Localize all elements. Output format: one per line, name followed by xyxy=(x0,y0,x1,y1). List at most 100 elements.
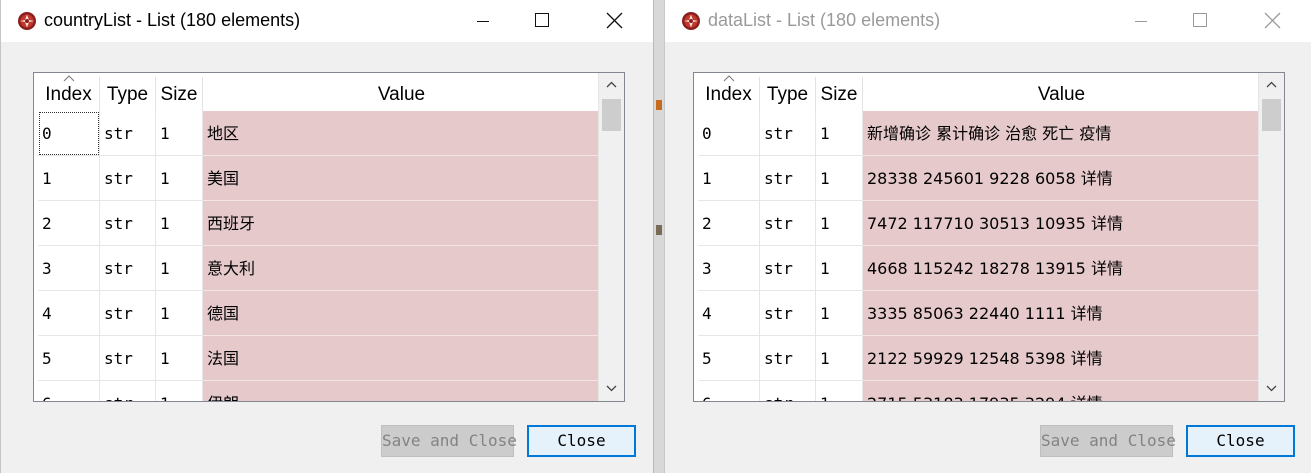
minimize-button[interactable] xyxy=(1119,0,1165,42)
row-index-cell[interactable]: 2 xyxy=(698,201,760,246)
table-row[interactable]: 0 str 1 地区 xyxy=(38,111,600,156)
table-row[interactable]: 6str12715 53183 17935 3294 详情 xyxy=(698,381,1260,401)
close-button[interactable]: Close xyxy=(1186,425,1295,457)
row-type-cell[interactable]: str xyxy=(760,246,816,291)
row-type-cell[interactable]: str xyxy=(760,201,816,246)
row-value-cell[interactable]: 3335 85063 22440 1111 详情 xyxy=(863,291,1260,336)
row-index-cell[interactable]: 3 xyxy=(38,246,100,291)
close-button[interactable]: Close xyxy=(527,425,636,457)
row-type-cell[interactable]: str xyxy=(100,156,156,201)
header-type[interactable]: Type xyxy=(100,77,156,111)
table-row[interactable]: 1 str 1 美国 xyxy=(38,156,600,201)
row-type-cell[interactable]: str xyxy=(760,156,816,201)
table-row[interactable]: 5 str 1 2122 59929 12548 5398 详情 xyxy=(698,336,1260,381)
row-index-cell[interactable]: 0 xyxy=(698,111,760,156)
row-type-cell[interactable]: str xyxy=(100,246,156,291)
row-index-cell[interactable]: 5 xyxy=(698,336,760,381)
row-value-cell[interactable]: 伊朗 xyxy=(203,381,600,401)
row-type-cell[interactable]: str xyxy=(100,111,156,156)
row-index-cell[interactable]: 3 xyxy=(698,246,760,291)
row-size-cell[interactable]: 1 xyxy=(816,336,863,381)
row-size-cell[interactable]: 1 xyxy=(816,291,863,336)
minimize-button[interactable] xyxy=(461,0,507,42)
header-value[interactable]: Value xyxy=(203,77,600,111)
row-value-cell[interactable]: 法国 xyxy=(203,336,600,381)
header-index[interactable]: Index xyxy=(38,75,100,111)
title-bar[interactable]: dataList - List (180 elements) xyxy=(665,0,1311,42)
row-size-cell[interactable]: 1 xyxy=(816,156,863,201)
row-value-cell[interactable]: 地区 xyxy=(203,111,600,156)
row-size-cell[interactable]: 1 xyxy=(156,291,203,336)
table-row[interactable]: 1 str 1 28338 245601 9228 6058 详情 xyxy=(698,156,1260,201)
table-row[interactable]: 5 str 1 法国 xyxy=(38,336,600,381)
header-index[interactable]: Index xyxy=(698,75,760,111)
header-value[interactable]: Value xyxy=(863,77,1260,111)
row-value-cell[interactable]: 4668 115242 18278 13915 详情 xyxy=(863,246,1260,291)
scrollbar-thumb[interactable] xyxy=(1262,99,1281,131)
header-type[interactable]: Type xyxy=(760,77,816,111)
maximize-button[interactable] xyxy=(519,0,565,42)
row-value-cell[interactable]: 德国 xyxy=(203,291,600,336)
row-value-cell[interactable]: 2715 53183 17935 3294 详情 xyxy=(863,381,1260,401)
scroll-down-button[interactable] xyxy=(599,377,624,401)
row-index-cell[interactable]: 1 xyxy=(38,156,100,201)
scroll-down-button[interactable] xyxy=(1259,377,1284,401)
row-type-cell[interactable]: str xyxy=(760,336,816,381)
table-row[interactable]: 3 str 1 意大利 xyxy=(38,246,600,291)
table-row[interactable]: 4 str 1 3335 85063 22440 1111 详情 xyxy=(698,291,1260,336)
row-index-cell[interactable]: 5 xyxy=(38,336,100,381)
collection-table[interactable]: Index Type Size Value 0 str 1 地区 1 str 1 美国 2 str… xyxy=(33,72,625,402)
row-value-cell[interactable]: 美国 xyxy=(203,156,600,201)
vertical-scrollbar[interactable] xyxy=(598,73,624,401)
row-index-cell[interactable]: 0 xyxy=(38,111,100,156)
row-index-cell[interactable]: 4 xyxy=(698,291,760,336)
window-title: countryList - List (180 elements) xyxy=(44,10,301,30)
row-type-cell[interactable]: str xyxy=(100,201,156,246)
table-row[interactable]: 2 str 1 西班牙 xyxy=(38,201,600,246)
row-type-cell[interactable]: str xyxy=(760,111,816,156)
row-size-cell[interactable]: 1 xyxy=(156,201,203,246)
maximize-icon xyxy=(535,13,549,27)
header-size[interactable]: Size xyxy=(156,77,203,111)
row-size-cell[interactable]: 1 xyxy=(156,246,203,291)
table-row[interactable]: 3 str 1 4668 115242 18278 13915 详情 xyxy=(698,246,1260,291)
row-value-cell[interactable]: 2122 59929 12548 5398 详情 xyxy=(863,336,1260,381)
row-value-cell[interactable]: 28338 245601 9228 6058 详情 xyxy=(863,156,1260,201)
row-type-cell[interactable]: str xyxy=(760,381,816,401)
row-value-cell[interactable]: 新增确诊 累计确诊 治愈 死亡 疫情 xyxy=(863,111,1260,156)
vertical-scrollbar[interactable] xyxy=(1258,73,1284,401)
table-row[interactable]: 6str1伊朗 xyxy=(38,381,600,401)
row-size-cell[interactable]: 1 xyxy=(816,201,863,246)
row-size-cell[interactable]: 1 xyxy=(156,381,203,401)
maximize-button[interactable] xyxy=(1177,0,1223,42)
table-row[interactable]: 2 str 1 7472 117710 30513 10935 详情 xyxy=(698,201,1260,246)
scrollbar-thumb[interactable] xyxy=(602,99,621,131)
row-size-cell[interactable]: 1 xyxy=(816,111,863,156)
row-index-cell[interactable]: 4 xyxy=(38,291,100,336)
scroll-up-button[interactable] xyxy=(1259,73,1284,97)
row-type-cell[interactable]: str xyxy=(100,291,156,336)
row-type-cell[interactable]: str xyxy=(760,291,816,336)
row-size-cell[interactable]: 1 xyxy=(156,111,203,156)
close-window-button[interactable] xyxy=(1249,0,1295,42)
close-window-button[interactable] xyxy=(591,0,637,42)
row-value-cell[interactable]: 意大利 xyxy=(203,246,600,291)
header-size[interactable]: Size xyxy=(816,77,863,111)
row-size-cell[interactable]: 1 xyxy=(816,381,863,401)
row-index-cell[interactable]: 6 xyxy=(38,381,100,401)
scroll-up-button[interactable] xyxy=(599,73,624,97)
row-size-cell[interactable]: 1 xyxy=(156,336,203,381)
table-row[interactable]: 0 str 1 新增确诊 累计确诊 治愈 死亡 疫情 xyxy=(698,111,1260,156)
title-bar[interactable]: countryList - List (180 elements) xyxy=(1,0,653,42)
row-index-cell[interactable]: 2 xyxy=(38,201,100,246)
row-type-cell[interactable]: str xyxy=(100,336,156,381)
collection-table[interactable]: Index Type Size Value 0 str 1 新增确诊 累计确诊 治愈 … xyxy=(693,72,1285,402)
row-type-cell[interactable]: str xyxy=(100,381,156,401)
table-row[interactable]: 4 str 1 德国 xyxy=(38,291,600,336)
row-value-cell[interactable]: 7472 117710 30513 10935 详情 xyxy=(863,201,1260,246)
row-index-cell[interactable]: 6 xyxy=(698,381,760,401)
row-value-cell[interactable]: 西班牙 xyxy=(203,201,600,246)
row-size-cell[interactable]: 1 xyxy=(156,156,203,201)
row-size-cell[interactable]: 1 xyxy=(816,246,863,291)
row-index-cell[interactable]: 1 xyxy=(698,156,760,201)
